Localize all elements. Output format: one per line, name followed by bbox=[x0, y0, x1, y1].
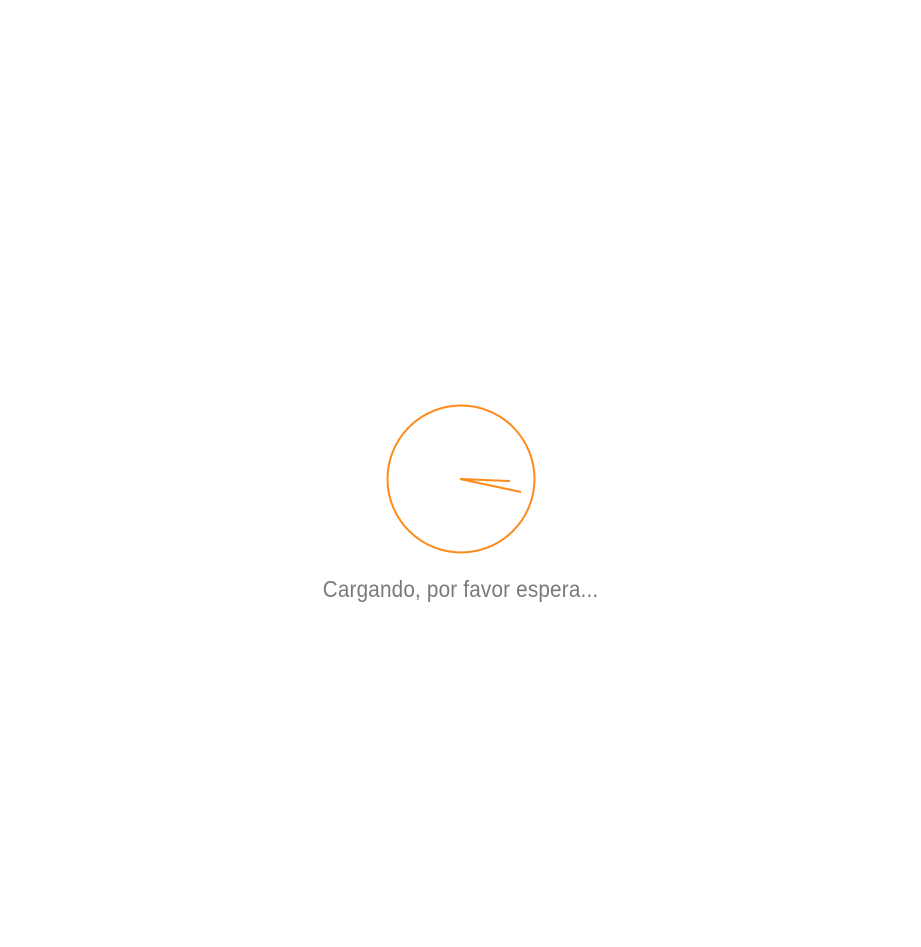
clock-spinner-icon bbox=[386, 404, 536, 554]
loading-message: Cargando, por favor espera... bbox=[322, 576, 599, 602]
